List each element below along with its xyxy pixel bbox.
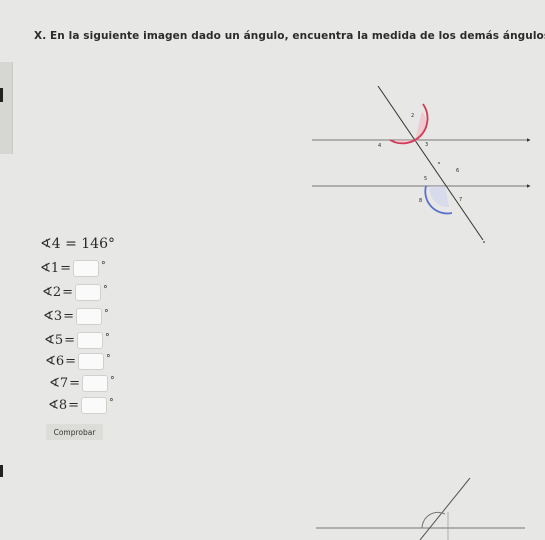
answer-row-5: ∢5 = ° — [44, 332, 110, 349]
angle-label-7: 7 — [459, 197, 463, 203]
degree-symbol: ° — [101, 260, 106, 271]
degree-symbol: ° — [110, 375, 115, 386]
angle-label-2: 2 — [411, 113, 415, 119]
degree-symbol: ° — [106, 353, 111, 364]
angle-name: ∢6 — [45, 354, 65, 369]
angle-8-input[interactable] — [81, 397, 108, 414]
angle-5-input[interactable] — [77, 332, 104, 349]
margin-marker — [0, 88, 3, 102]
degree-symbol: ° — [103, 284, 108, 295]
answer-row-3: ∢3 = ° — [43, 308, 109, 325]
equals-sign: = — [62, 285, 74, 300]
answer-row-1: ∢1 = ° — [40, 260, 106, 277]
equals-sign: = — [65, 354, 77, 369]
left-margin-panel — [0, 62, 13, 154]
equals-sign: = — [60, 261, 72, 276]
margin-marker — [0, 465, 3, 477]
answer-row-7: ∢7 = ° — [49, 375, 115, 392]
angle-6-input[interactable] — [78, 353, 105, 370]
angle-label-4: 4 — [378, 143, 382, 149]
angle-name: ∢2 — [42, 285, 62, 300]
degree-symbol: ° — [104, 308, 109, 319]
angle-name: ∢8 — [48, 398, 68, 413]
angle-arc-top — [389, 103, 429, 145]
answer-row-2: ∢2 = ° — [42, 284, 108, 301]
angle-2-input[interactable] — [75, 284, 102, 301]
angle-1-input[interactable] — [73, 260, 100, 277]
answer-row-8: ∢8 = ° — [48, 397, 114, 414]
angle-name: ∢3 — [43, 309, 63, 324]
equals-sign: = — [69, 376, 81, 391]
angle-name: ∢1 — [40, 261, 60, 276]
angle-label-6: 6 — [456, 168, 460, 174]
problem-statement: X. En la siguiente imagen dado un ángulo… — [34, 30, 545, 42]
angle-name: ∢7 — [49, 376, 69, 391]
equals-sign: = — [64, 333, 76, 348]
angle-name: ∢5 — [44, 333, 64, 348]
angle-label-8: 8 — [419, 198, 423, 204]
angle-label-5: 5 — [424, 176, 428, 182]
angle-3-input[interactable] — [76, 308, 103, 325]
equals-sign: = — [63, 309, 75, 324]
check-button[interactable]: Comprobar — [46, 424, 103, 440]
equals-sign: = — [68, 398, 80, 413]
answer-row-6: ∢6 = ° — [45, 353, 111, 370]
given-angle: ∢4 = 146° — [40, 236, 115, 252]
degree-symbol: ° — [109, 397, 114, 408]
angle-arc-bottom — [424, 185, 453, 215]
angle-label-3: 3 — [425, 142, 429, 148]
degree-symbol: ° — [105, 332, 110, 343]
angle-7-input[interactable] — [82, 375, 109, 392]
